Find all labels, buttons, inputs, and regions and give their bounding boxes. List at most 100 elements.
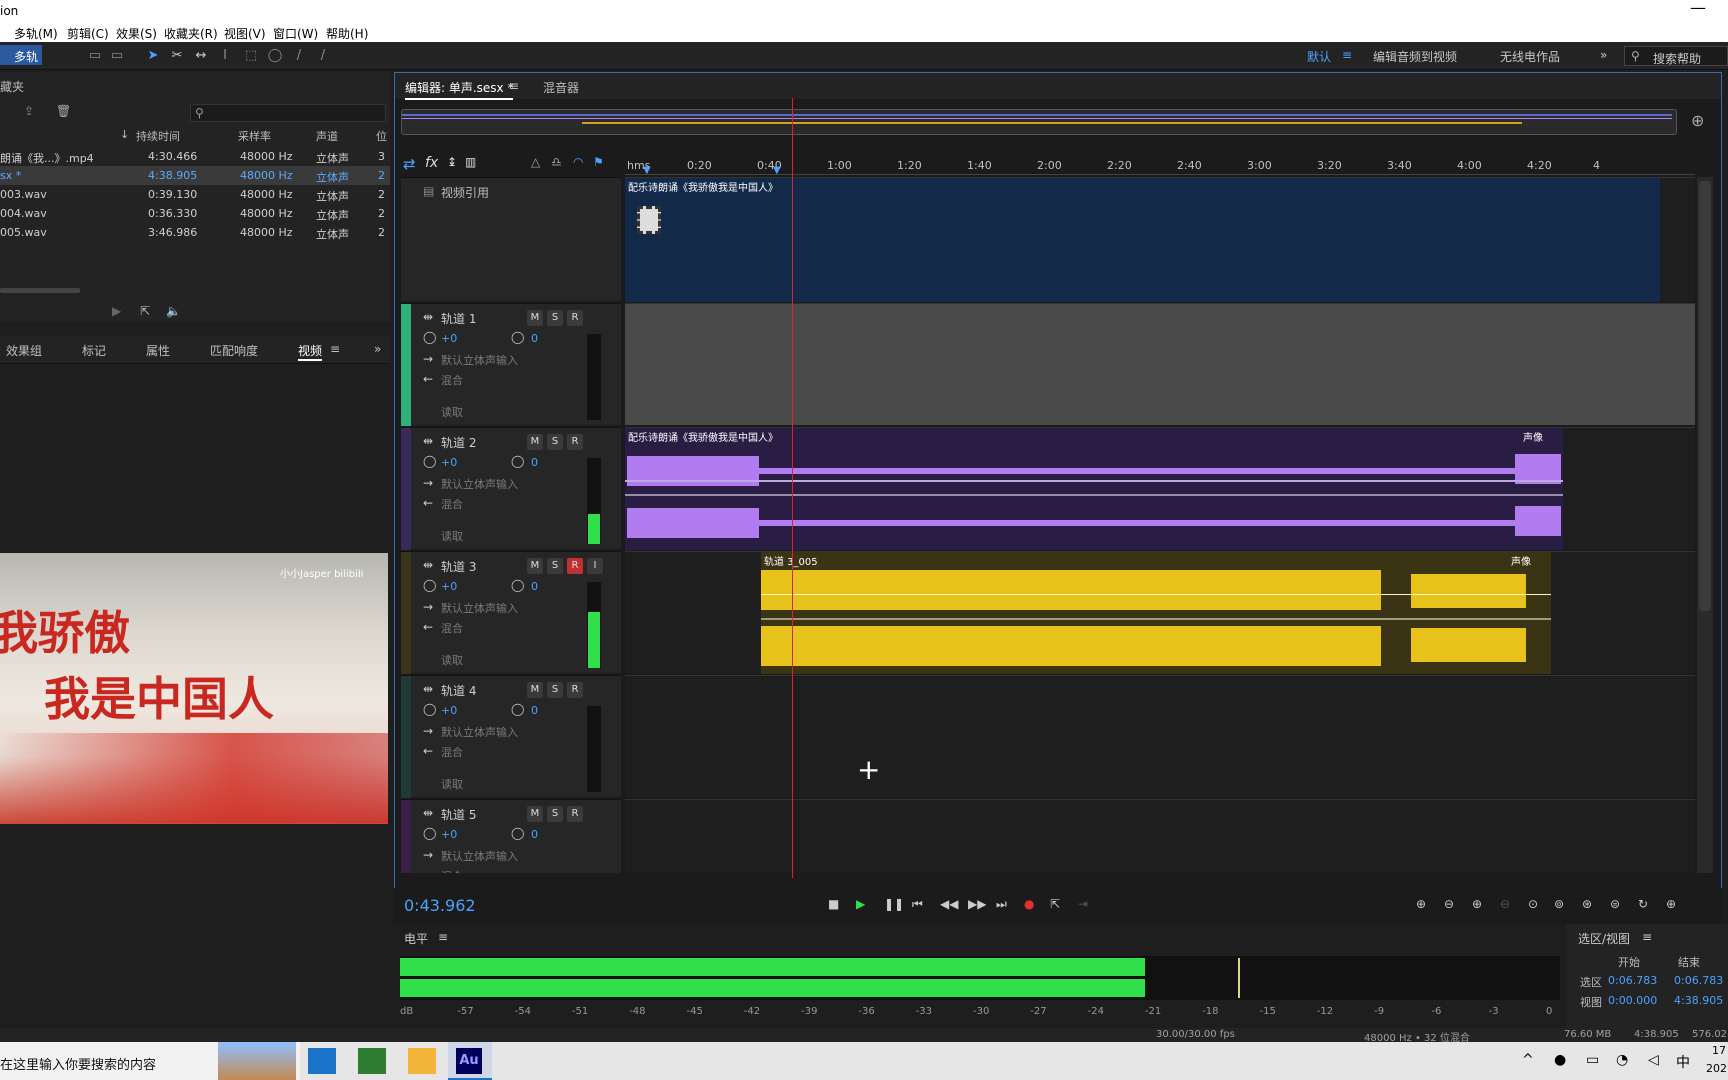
sends-icon[interactable]: ↨ [447,155,457,169]
workspace-default[interactable]: 默认 [1307,48,1331,65]
tab-video[interactable]: 视频 [298,342,323,361]
volume-value[interactable]: +0 [441,828,457,841]
automation-mode[interactable]: 读取 [441,776,463,792]
file-row[interactable]: 004.wav 0:36.330 48000 Hz 立体声 2 [0,204,390,223]
mute-button[interactable]: M [527,434,543,450]
zoom-reset-icon[interactable]: ↻ [1638,897,1648,911]
taskbar-search[interactable]: 在这里输入你要搜索的内容 [0,1042,300,1080]
healing-icon[interactable]: / [314,47,332,65]
track-input[interactable]: 默认立体声输入 [441,848,518,864]
loop-icon[interactable]: ⇱ [1050,897,1060,911]
record-arm-button[interactable]: R [567,434,583,450]
pause-icon[interactable]: ❚❚ [884,897,904,911]
track-output[interactable]: 混合 [441,868,463,873]
volume-knob-icon[interactable]: ◯ [423,330,436,344]
record-arm-button[interactable]: R [567,682,583,698]
pan-knob-icon[interactable]: ◯ [511,330,524,344]
track-output[interactable]: 混合 [441,372,463,388]
record-arm-button[interactable]: R [567,806,583,822]
pan-value[interactable]: 0 [531,332,538,345]
audition-app-button[interactable]: Au [448,1042,492,1080]
search-help-input[interactable]: ⚲ 搜索帮助 [1624,46,1728,66]
volume-value[interactable]: +0 [441,580,457,593]
col-channels[interactable]: 声道 [316,128,338,144]
menu-window[interactable]: 窗口(W) [273,25,318,42]
automation-mode[interactable]: 读取 [441,404,463,420]
play-icon[interactable]: ▶ [856,897,865,911]
ime-indicator[interactable]: 中 [1676,1052,1690,1072]
record-arm-button[interactable]: R [567,310,583,326]
track-name[interactable]: 轨道 4 [441,682,476,699]
slip-tool-icon[interactable]: ↔ [192,47,210,65]
selection-end[interactable]: 0:06.783 [1674,974,1723,987]
playhead-marker-icon[interactable]: ▼ [773,165,781,176]
files-search-input[interactable]: ⚲ [190,104,386,122]
pan-knob-icon[interactable]: ◯ [511,826,524,840]
mute-button[interactable]: M [527,806,543,822]
autoplay-icon[interactable]: 🔈 [166,304,181,318]
video-lane[interactable]: 配乐诗朗诵《我骄傲我是中国人》 [625,177,1695,302]
tab-match-loudness[interactable]: 匹配响度 [210,342,258,359]
timecode-display[interactable]: 0:43.962 [404,896,476,915]
panel-overflow-icon[interactable]: » [374,342,381,356]
menu-clip[interactable]: 剪辑(C) [67,25,109,42]
zoom-navigator-icon[interactable]: ⊕ [1691,111,1704,130]
col-samplerate[interactable]: 采样率 [238,128,271,144]
inputs-outputs-icon[interactable]: ⇄ [403,155,416,173]
track-input[interactable]: 默认立体声输入 [441,352,518,368]
pan-value[interactable]: 0 [531,580,538,593]
tab-menu-icon[interactable]: ≡ [330,342,340,356]
col-bits[interactable]: 位 [376,128,387,144]
tab-menu-icon[interactable]: ≡ [509,79,519,93]
lasso-icon[interactable]: ◯ [266,47,284,65]
next-icon[interactable]: ⏭ [996,897,1007,912]
playhead-line[interactable] [792,98,793,878]
solo-button[interactable]: S [547,806,563,822]
scrollbar-thumb[interactable] [1699,181,1711,611]
solo-button[interactable]: S [547,434,563,450]
import-icon[interactable]: ⇪ [24,104,34,118]
track-move-icon[interactable]: ⇹ [423,434,433,448]
zoom-right-icon[interactable]: ⊜ [1610,897,1620,911]
tab-mixer[interactable]: 混音器 [543,79,579,96]
pan-knob-icon[interactable]: ◯ [511,578,524,592]
solo-button[interactable]: S [547,558,563,574]
tracks-scrollbar[interactable] [1697,177,1713,873]
razor-tool-icon[interactable]: ✂ [168,47,186,65]
zoom-out-time-icon[interactable]: ⊖ [1500,897,1510,911]
file-row[interactable]: sx * 4:38.905 48000 Hz 立体声 2 [0,166,390,185]
track-input[interactable]: 默认立体声输入 [441,600,518,616]
zoom-in-amplitude-icon[interactable]: ⊕ [1416,897,1426,911]
stop-icon[interactable]: ■ [828,897,839,911]
track-name[interactable]: 轨道 5 [441,806,476,823]
more-workspaces-icon[interactable]: » [1600,48,1607,62]
track-output[interactable]: 混合 [441,620,463,636]
tab-effects-rack[interactable]: 效果组 [6,342,42,359]
track-name[interactable]: 轨道 2 [441,434,476,451]
previous-icon[interactable]: ⏮ [912,897,923,912]
track-3-lane[interactable]: 轨道 3_005 声像 [625,551,1695,674]
volume-knob-icon[interactable]: ◯ [423,578,436,592]
menu-favorites[interactable]: 收藏夹(R) [164,25,218,42]
track-2-clip[interactable]: 配乐诗朗诵《我骄傲我是中国人》 声像 [625,428,1563,550]
track-5-lane[interactable] [625,799,1695,873]
microphone-icon[interactable]: ● [1554,1052,1566,1068]
tray-chevron-icon[interactable]: ^ [1522,1052,1534,1068]
track-3-clip[interactable]: 轨道 3_005 声像 [761,552,1551,674]
zoom-full-icon[interactable]: ⊙ [1528,897,1538,911]
marker-icon[interactable]: ⚑ [593,155,604,169]
file-row[interactable]: 003.wav 0:39.130 48000 Hz 立体声 2 [0,185,390,204]
pan-knob-icon[interactable]: ◯ [511,454,524,468]
skip-icon[interactable]: ⇥ [1078,897,1088,911]
metronome-icon[interactable]: △ [531,155,540,169]
volume-value[interactable]: +0 [441,332,457,345]
track-move-icon[interactable]: ⇹ [423,310,433,324]
zoom-in-time-icon[interactable]: ⊕ [1472,897,1482,911]
tab-properties[interactable]: 属性 [146,342,170,359]
view-end[interactable]: 4:38.905 [1674,994,1723,1007]
marquee-icon[interactable]: ⬚ [242,47,260,65]
track-2-lane[interactable]: 配乐诗朗诵《我骄傲我是中国人》 声像 [625,427,1695,550]
spectral-view-icon[interactable]: ▭ [108,47,126,65]
snap-icon[interactable]: ♎ [551,155,562,169]
track-name[interactable]: 轨道 1 [441,310,476,327]
